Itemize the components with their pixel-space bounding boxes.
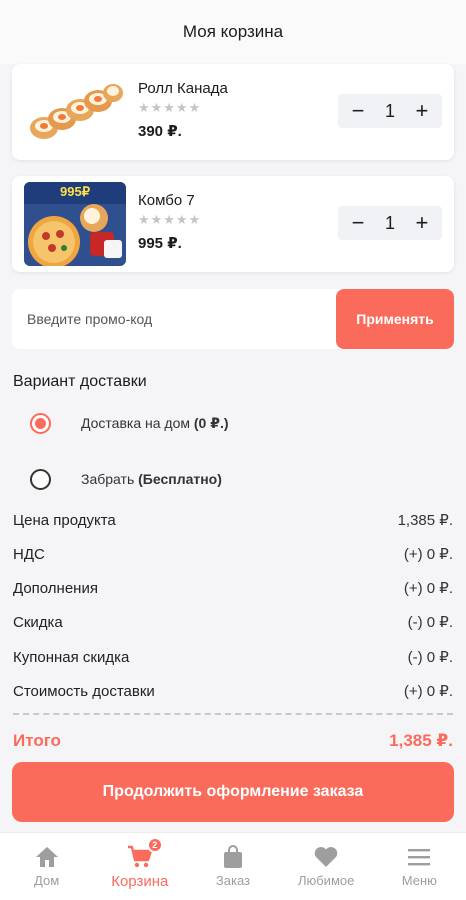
nav-label: Меню xyxy=(401,873,437,888)
nav-item-home[interactable]: Дом xyxy=(2,833,92,900)
product-price: 390 ₽. xyxy=(138,123,182,140)
checkout-button[interactable]: Продолжить оформление заказа xyxy=(12,762,454,822)
quantity-value: 1 xyxy=(384,100,395,121)
summary-row: Дополнения (+) 0 ₽. xyxy=(13,577,453,599)
delivery-option-home[interactable]: Доставка на дом (0 ₽.) xyxy=(30,412,229,434)
bottom-nav: Дом 2 Корзина Заказ Любимое Меню xyxy=(0,832,466,900)
product-image xyxy=(24,70,126,154)
summary-value: 1,385 ₽. xyxy=(397,512,453,529)
summary-label: НДС xyxy=(13,545,45,563)
nav-item-favorites[interactable]: Любимое xyxy=(281,833,371,900)
total-label: Итого xyxy=(13,731,61,750)
increase-button[interactable]: + xyxy=(412,212,432,234)
summary-row: НДС (+) 0 ₽. xyxy=(13,543,453,565)
product-name: Ролл Канада xyxy=(138,80,228,97)
summary-row: Цена продукта 1,385 ₽. xyxy=(13,509,453,531)
delivery-title: Вариант доставки xyxy=(13,373,147,390)
summary-value: (-) 0 ₽. xyxy=(407,614,453,631)
rating-stars: ★★★★★ xyxy=(138,100,202,115)
increase-button[interactable]: + xyxy=(412,100,432,122)
nav-label: Корзина xyxy=(111,873,169,890)
nav-item-orders[interactable]: Заказ xyxy=(188,833,278,900)
page-title: Моя корзина xyxy=(182,22,284,41)
decrease-button[interactable]: − xyxy=(348,212,368,234)
nav-item-cart[interactable]: 2 Корзина xyxy=(95,833,185,900)
nav-label: Дом xyxy=(34,873,60,888)
promo-code-input[interactable] xyxy=(12,289,336,349)
delivery-option-label: Доставка на дом (0 ₽.) xyxy=(81,414,229,431)
nav-label: Заказ xyxy=(215,873,251,888)
summary-row: Стоимость доставки (+) 0 ₽. xyxy=(13,680,453,702)
app-header: Моя корзина xyxy=(0,0,466,64)
cart-item: 995₽ Комбо 7 ★★★★★ 995 ₽. − 1 + xyxy=(12,176,454,272)
summary-value: (+) 0 ₽. xyxy=(403,683,453,700)
summary-label: Скидка xyxy=(13,613,63,631)
apply-promo-button[interactable]: Применять xyxy=(336,289,454,349)
summary-value: (+) 0 ₽. xyxy=(403,546,453,563)
product-price: 995 ₽. xyxy=(138,235,182,252)
summary-divider xyxy=(13,713,453,715)
promo-code-box: Применять xyxy=(12,289,454,349)
home-icon xyxy=(34,845,60,869)
nav-label: Любимое xyxy=(297,873,355,888)
quantity-stepper: − 1 + xyxy=(338,94,442,128)
heart-icon xyxy=(313,845,339,869)
menu-icon xyxy=(406,845,432,869)
bag-icon xyxy=(220,845,246,869)
quantity-stepper: − 1 + xyxy=(338,206,442,240)
cart-count-badge: 2 xyxy=(146,837,163,853)
decrease-button[interactable]: − xyxy=(348,100,368,122)
delivery-option-pickup[interactable]: Забрать (Бесплатно) xyxy=(30,468,222,490)
summary-label: Дополнения xyxy=(13,579,98,597)
radio-unselected-icon[interactable] xyxy=(30,468,51,490)
product-name: Комбо 7 xyxy=(138,192,195,209)
summary-value: (+) 0 ₽. xyxy=(403,580,453,597)
product-image: 995₽ xyxy=(24,182,126,266)
cart-item: Ролл Канада ★★★★★ 390 ₽. − 1 + xyxy=(12,64,454,160)
summary-label: Стоимость доставки xyxy=(13,682,155,700)
checkout-label: Продолжить оформление заказа xyxy=(102,783,364,800)
summary-row: Скидка (-) 0 ₽. xyxy=(13,611,453,633)
radio-selected-icon[interactable] xyxy=(30,412,51,434)
total-row: Итого 1,385 ₽. xyxy=(13,729,453,753)
nav-item-menu[interactable]: Меню xyxy=(374,833,464,900)
rating-stars: ★★★★★ xyxy=(138,212,202,227)
quantity-value: 1 xyxy=(384,212,395,233)
summary-label: Купонная скидка xyxy=(13,648,130,666)
image-price-text: 995₽ xyxy=(60,184,90,199)
delivery-option-label: Забрать (Бесплатно) xyxy=(81,471,222,487)
summary-value: (-) 0 ₽. xyxy=(407,649,453,666)
summary-label: Цена продукта xyxy=(13,511,116,529)
summary-row: Купонная скидка (-) 0 ₽. xyxy=(13,646,453,668)
total-value: 1,385 ₽. xyxy=(389,731,453,750)
